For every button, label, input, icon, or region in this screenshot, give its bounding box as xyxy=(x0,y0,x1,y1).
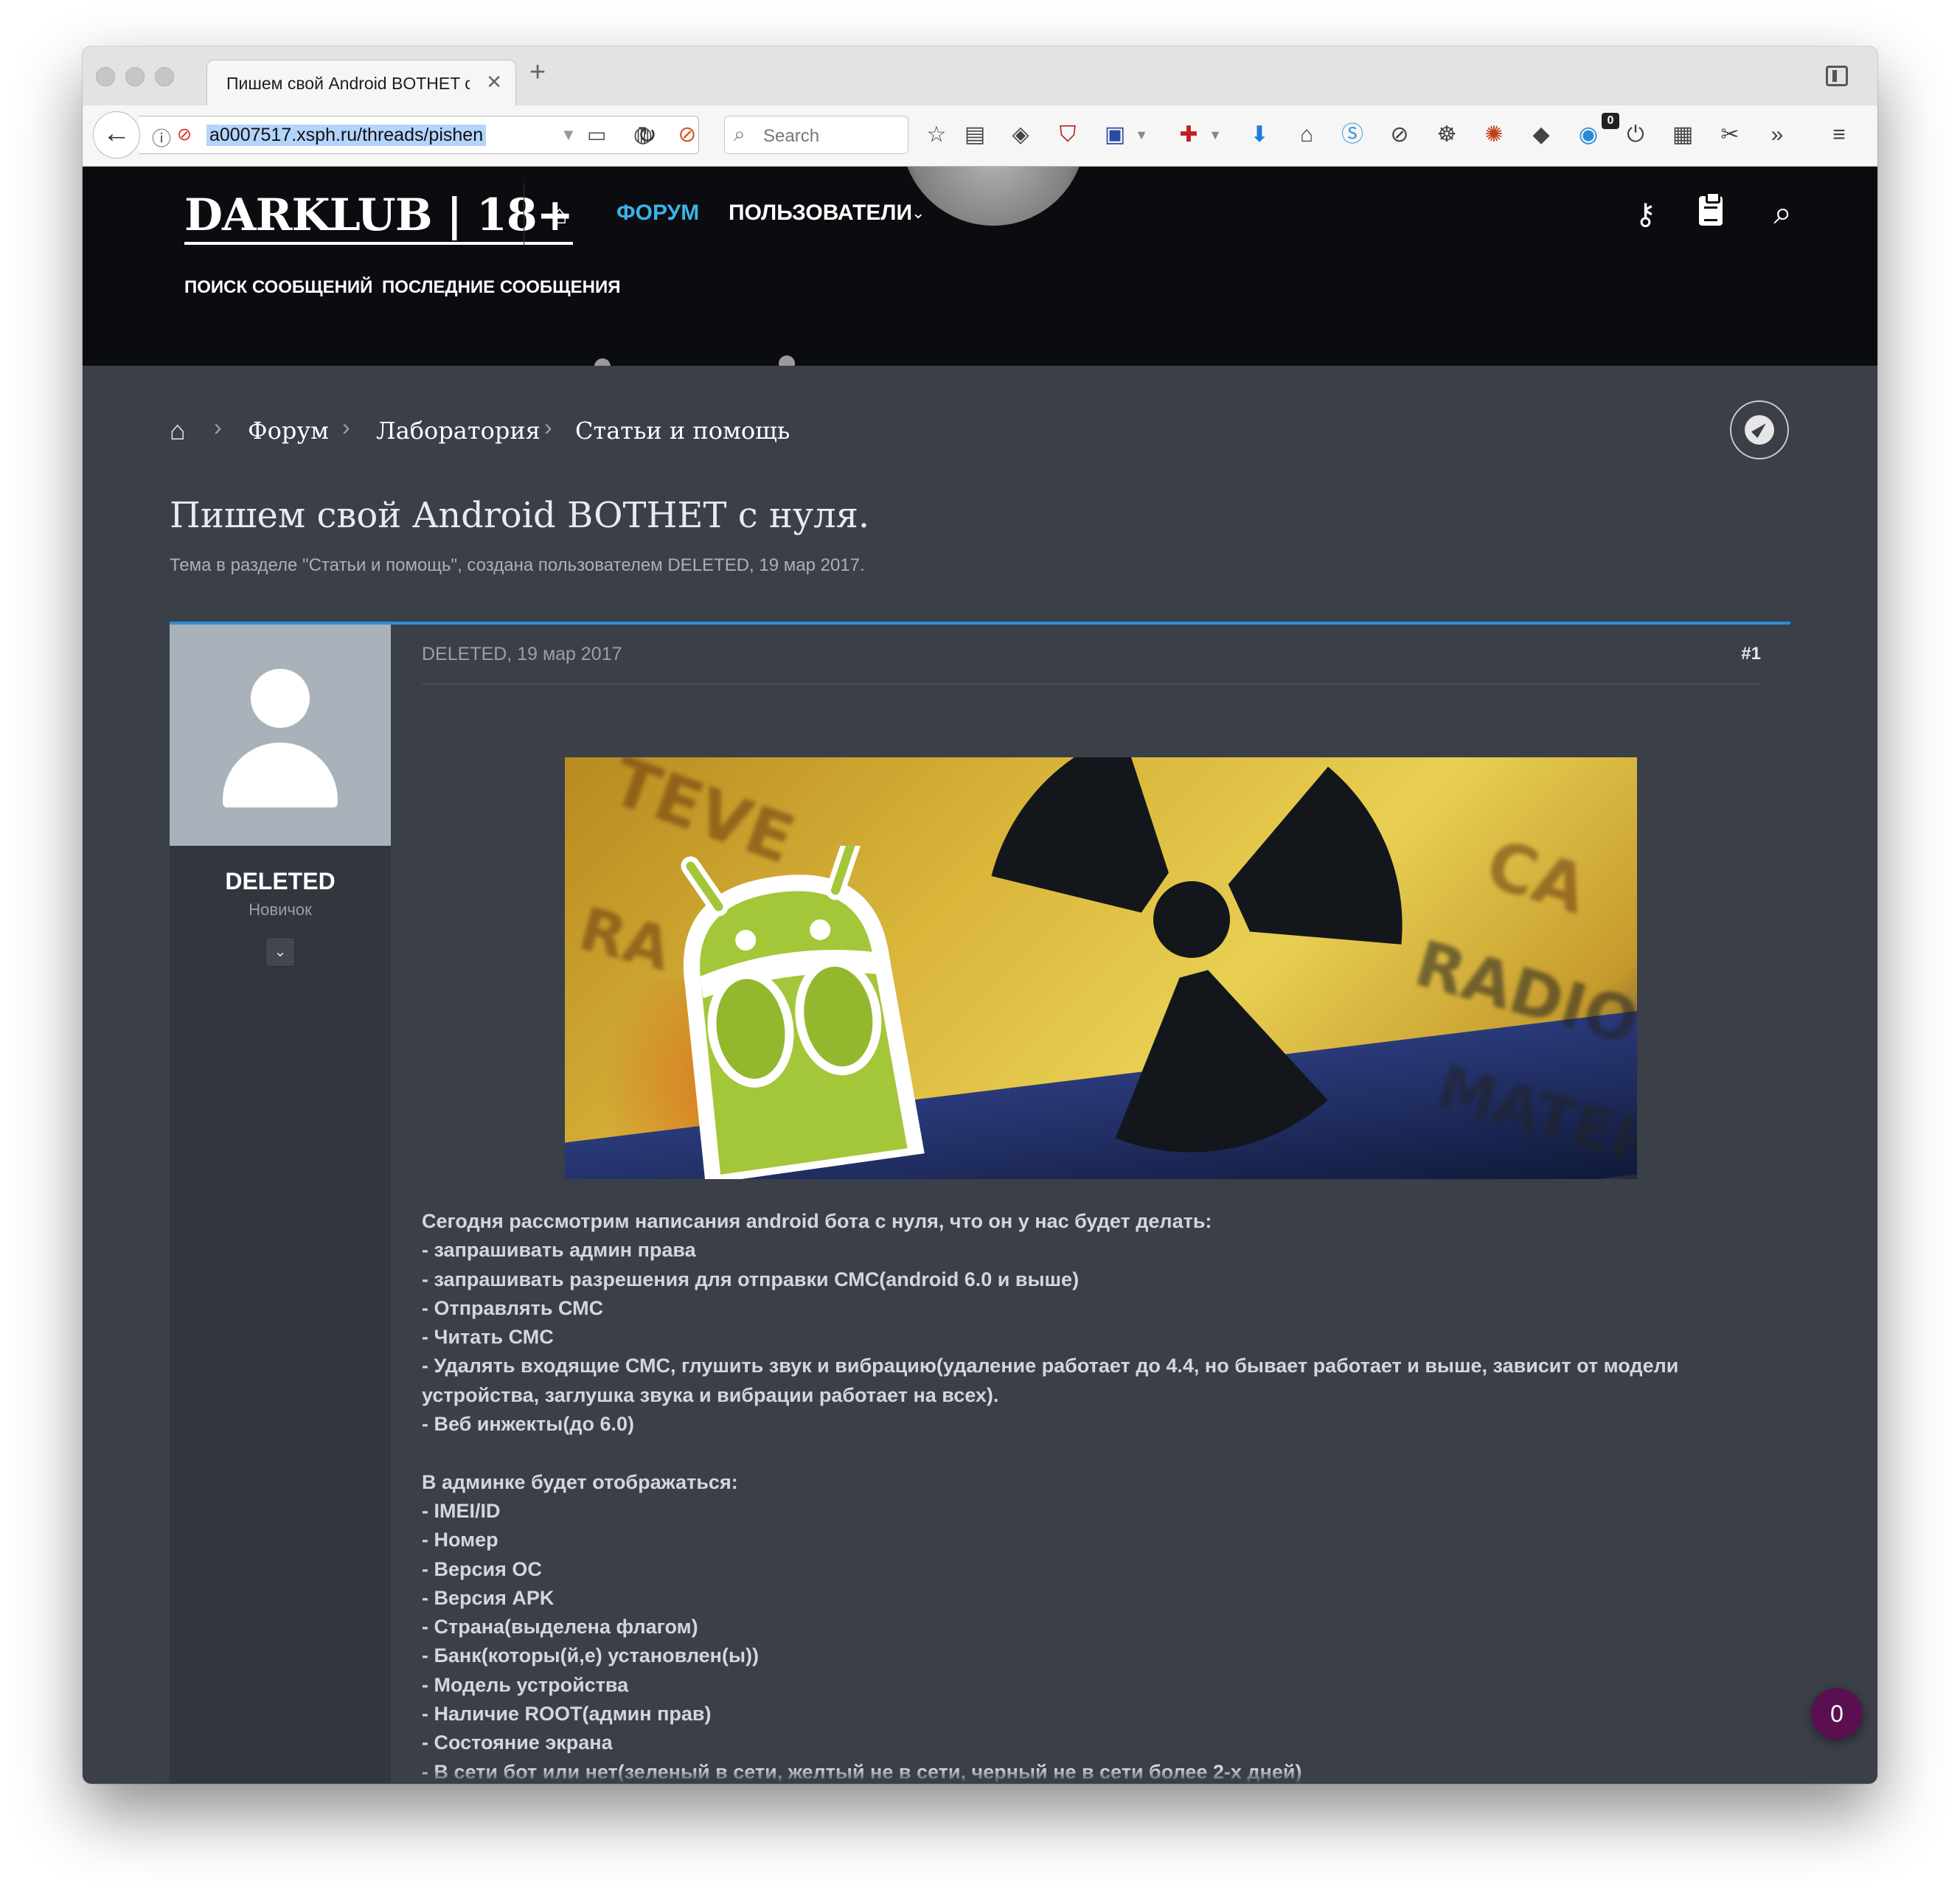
grid-icon[interactable]: ▦ xyxy=(1668,119,1697,151)
subnav-search-messages[interactable]: ПОИСК СООБЩЕНИЙ xyxy=(184,277,372,298)
new-tab-icon[interactable]: + xyxy=(529,57,546,88)
save-icon[interactable]: ▣ xyxy=(1100,119,1130,151)
nav-users-link[interactable]: ПОЛЬЗОВАТЕЛИ xyxy=(729,201,912,226)
thread-meta: Тема в разделе "Статьи и помощь", создан… xyxy=(170,555,865,575)
search-bar[interactable]: ⌕ Search xyxy=(724,116,908,154)
post-date[interactable]: DELETED, 19 мар 2017 xyxy=(422,644,622,665)
bookmark-star-icon[interactable]: ☆ xyxy=(922,119,951,151)
search-placeholder: Search xyxy=(763,126,820,146)
toolbar-badge: 0 xyxy=(1602,113,1619,129)
alerts-badge[interactable]: 0 xyxy=(1811,1688,1863,1740)
alien-icon[interactable]: ☸ xyxy=(1432,119,1462,151)
breadcrumb-separator-icon: › xyxy=(544,414,552,440)
site-header: DARKLUB | 18+ ⌂ ФОРУМ ПОЛЬЗОВАТЕЛИ ⌄ ⚷ ⌕… xyxy=(83,167,1877,366)
avatar-person-icon-body xyxy=(223,743,338,807)
browser-tab[interactable]: Пишем свой Android BOTHET с н ✕ xyxy=(206,60,516,105)
first-aid-dropdown-icon[interactable]: ▼ xyxy=(1200,119,1230,151)
pocket-icon[interactable]: ◈ xyxy=(1006,119,1035,151)
reading-list-icon[interactable]: ▤ xyxy=(960,119,990,151)
url-bar[interactable]: ⓘ ⊘ a0007517.xsph.ru/threads/pishen ▼ ▭ … xyxy=(139,116,699,154)
subnav-recent-messages[interactable]: ПОСЛЕДНИЕ СООБЩЕНИЯ xyxy=(382,277,620,298)
reader-view-icon[interactable]: ▭ xyxy=(587,122,606,147)
site-search-icon[interactable]: ⌕ xyxy=(1773,195,1792,232)
tab-title: Пишем свой Android BOTHET с н xyxy=(226,74,470,93)
tab-bar: Пишем свой Android BOTHET с н ✕ + xyxy=(83,46,1877,106)
maximize-window-button[interactable] xyxy=(155,67,174,86)
url-dropdown-icon[interactable]: ▼ xyxy=(560,125,577,145)
post: DELETED Новичок ⌄ DELETED, 19 мар 2017 #… xyxy=(170,622,1790,1784)
compass-icon xyxy=(1745,415,1774,445)
save-dropdown-icon[interactable]: ▼ xyxy=(1127,119,1156,151)
disable-icon[interactable]: ⊘ xyxy=(1385,119,1414,151)
bird-icon[interactable]: ◆ xyxy=(1526,119,1556,151)
overflow-chevron-icon[interactable]: » xyxy=(1762,119,1792,151)
close-window-button[interactable] xyxy=(96,67,115,86)
home-icon[interactable]: ⌂ xyxy=(1292,119,1321,151)
site-logo[interactable]: DARKLUB | 18+ xyxy=(184,189,574,245)
image-text: CA xyxy=(1477,824,1596,930)
search-icon: ⌕ xyxy=(734,122,746,145)
author-details-chevron-icon[interactable]: ⌄ xyxy=(265,937,295,967)
sidebar-toggle-icon[interactable] xyxy=(1826,66,1848,86)
download-icon[interactable]: ⬇ xyxy=(1245,119,1274,151)
author-name[interactable]: DELETED xyxy=(170,868,391,895)
extension-red-icon[interactable]: ✺ xyxy=(1479,119,1509,151)
back-button[interactable]: ← xyxy=(93,111,140,159)
breadcrumb-home-icon[interactable]: ⌂ xyxy=(170,415,186,446)
compass-button[interactable] xyxy=(1730,400,1789,459)
nav-forum-link[interactable]: ФОРУМ xyxy=(616,201,699,226)
post-body: Сегодня рассмотрим написания android бот… xyxy=(422,1210,1679,1783)
insecure-lock-icon[interactable]: ⊘ xyxy=(177,124,192,145)
avatar[interactable] xyxy=(170,625,391,846)
power-icon[interactable]: ⏻ xyxy=(1621,119,1650,151)
block-icon[interactable]: ⊘ xyxy=(673,119,702,151)
chevron-down-icon[interactable]: ⌄ xyxy=(911,204,925,223)
post-number[interactable]: #1 xyxy=(1741,644,1761,664)
url-text[interactable]: a0007517.xsph.ru/threads/pishen xyxy=(206,125,487,146)
author-rank: Новичок xyxy=(249,900,312,919)
hamburger-menu-icon[interactable]: ≡ xyxy=(1824,119,1854,151)
moon-decoration xyxy=(901,167,1085,226)
login-key-icon[interactable]: ⚷ xyxy=(1635,198,1656,232)
browser-window: Пишем свой Android BOTHET с н ✕ + ⓘ ⊘ a0… xyxy=(83,46,1877,1784)
android-robot-icon xyxy=(681,846,925,1179)
breadcrumb-separator-icon: › xyxy=(214,414,222,440)
first-aid-icon[interactable]: ✚ xyxy=(1174,119,1203,151)
decor-dot xyxy=(779,355,795,366)
ublock-icon[interactable]: ⛉ xyxy=(1053,119,1082,151)
radiation-trefoil-icon xyxy=(991,757,1403,1153)
post-image: TEVE RA CA RADIO MATER xyxy=(565,757,1637,1179)
notification-icon[interactable]: ◉ xyxy=(1574,119,1603,151)
breadcrumb-articles[interactable]: Статьи и помощь xyxy=(575,417,790,445)
minimize-window-button[interactable] xyxy=(125,67,145,86)
screenshot-icon[interactable]: ✂ xyxy=(1715,119,1745,151)
info-icon[interactable]: ⓘ xyxy=(152,124,171,151)
thread-title: Пишем свой Android BOTHET с нуля. xyxy=(170,495,870,536)
globe-icon[interactable]: ◍ xyxy=(628,119,658,151)
close-tab-icon[interactable]: ✕ xyxy=(486,71,502,94)
avatar-person-icon xyxy=(251,669,310,728)
post-author-sidebar: DELETED Новичок ⌄ xyxy=(170,625,391,1784)
post-fade xyxy=(391,1769,1790,1784)
decor-dot xyxy=(594,358,611,366)
breadcrumb-forum[interactable]: Форум xyxy=(248,417,329,445)
clipboard-icon[interactable] xyxy=(1699,192,1723,226)
skype-icon[interactable]: Ⓢ xyxy=(1338,119,1367,151)
breadcrumb-separator-icon: › xyxy=(342,414,350,440)
nav-home-icon[interactable]: ⌂ xyxy=(552,199,568,230)
breadcrumb-laboratory[interactable]: Лаборатория xyxy=(376,417,541,445)
navigation-toolbar: ⓘ ⊘ a0007517.xsph.ru/threads/pishen ▼ ▭ … xyxy=(83,105,1877,167)
